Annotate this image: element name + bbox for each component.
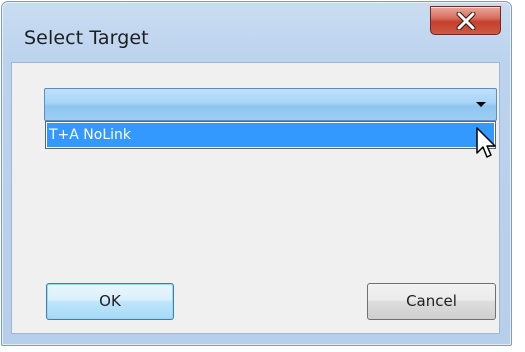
window-title: Select Target bbox=[24, 27, 149, 49]
dropdown-option-ta-nolink[interactable]: T+A NoLink bbox=[47, 123, 494, 147]
mouse-pointer-icon bbox=[476, 127, 496, 158]
cancel-button[interactable]: Cancel bbox=[367, 283, 496, 320]
close-button[interactable] bbox=[430, 6, 501, 35]
dropdown-option-list: T+A NoLink bbox=[45, 121, 496, 149]
target-dropdown[interactable] bbox=[44, 88, 497, 121]
close-icon bbox=[456, 12, 476, 30]
chevron-down-icon[interactable] bbox=[476, 102, 486, 107]
ok-button[interactable]: OK bbox=[46, 283, 174, 320]
